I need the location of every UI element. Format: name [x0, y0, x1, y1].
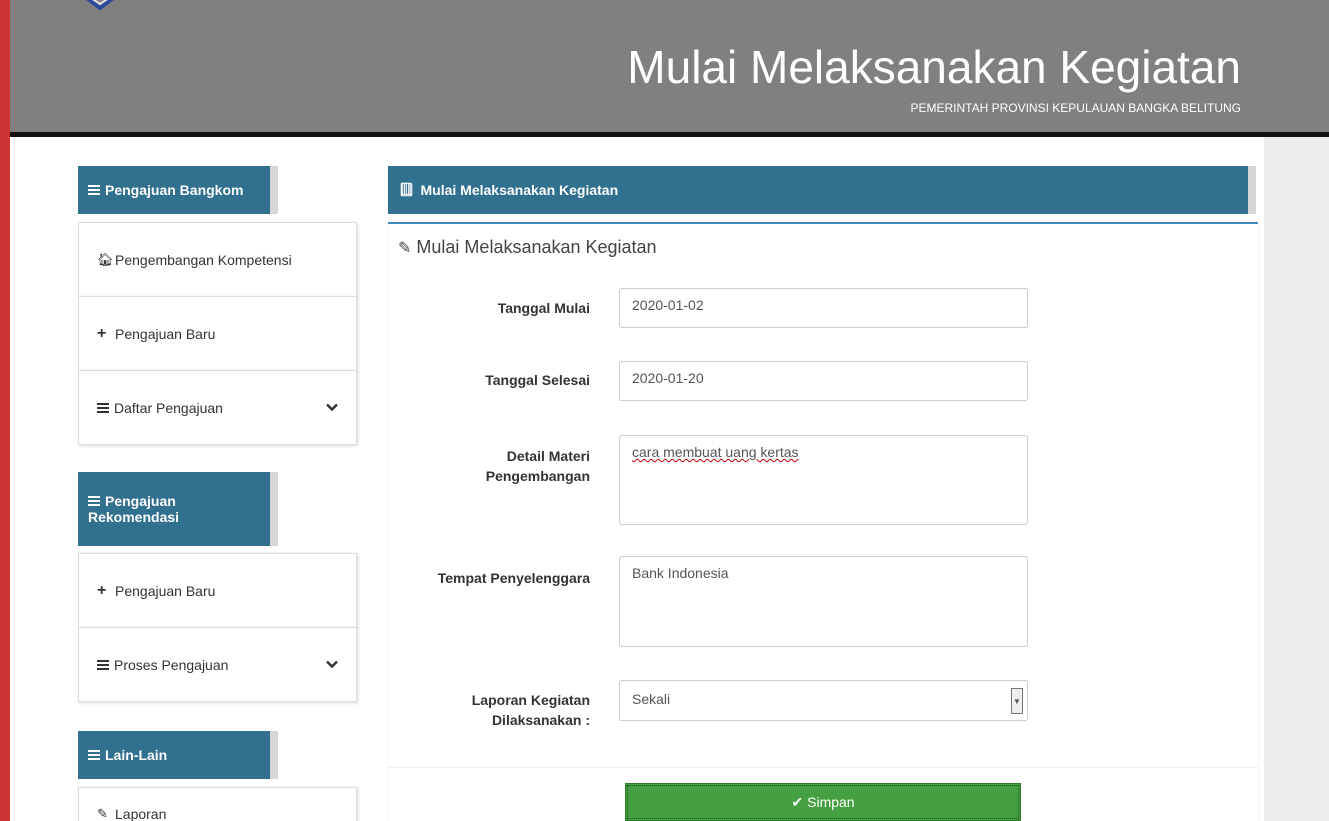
form-title: ✎ Mulai Melaksanakan Kegiatan	[398, 237, 657, 257]
detail-materi-textarea[interactable]: cara membuat uang kertas	[619, 435, 1028, 525]
tempat-penyelenggara-textarea[interactable]: Bank Indonesia	[619, 556, 1028, 647]
sidebar-item-proses-pengajuan[interactable]: Proses Pengajuan	[78, 627, 357, 702]
sidebar-item-label: Pengajuan Baru	[115, 325, 216, 342]
sidebar-item-label: Pengajuan Baru	[115, 582, 216, 599]
tempat-penyelenggara-label: Tempat Penyelenggara	[437, 570, 590, 586]
tanggal-selesai-input[interactable]: 2020-01-20	[619, 361, 1028, 401]
sidebar-item-pengajuan-baru-rekomendasi[interactable]: + Pengajuan Baru	[78, 553, 357, 628]
sidebar-item-laporan[interactable]: ✎ Laporan	[78, 787, 357, 821]
right-gutter	[1264, 137, 1329, 821]
home-icon: 🏠︎	[97, 251, 114, 267]
detail-materi-label: Detail Materi Pengembangan	[485, 448, 590, 484]
edit-icon: ✎	[398, 240, 412, 257]
chevron-down-icon[interactable]	[326, 658, 338, 672]
sidebar-item-pengembangan-kompetensi[interactable]: 🏠︎ Pengembangan Kompetensi	[78, 222, 357, 297]
check-icon: ✔	[791, 793, 804, 810]
tanggal-selesai-label: Tanggal Selesai	[485, 372, 590, 388]
logo-icon	[86, 0, 114, 11]
tanggal-mulai-input[interactable]: 2020-01-02	[619, 288, 1028, 328]
sidebar-item-label: Daftar Pengajuan	[114, 399, 223, 416]
chevron-down-icon[interactable]	[326, 401, 338, 415]
list-icon	[88, 185, 100, 195]
page-title: Mulai Melaksanakan Kegiatan	[627, 41, 1241, 93]
app-frame: Mulai Melaksanakan Kegiatan PEMERINTAH P…	[0, 0, 1329, 821]
list-icon	[97, 659, 109, 670]
dropdown-arrow-icon[interactable]: ▼	[1011, 688, 1023, 714]
list-icon	[88, 750, 100, 760]
sidebar-heading-bangkom: Pengajuan Bangkom	[78, 166, 278, 214]
plus-icon: +	[97, 324, 107, 342]
list-icon	[97, 402, 109, 413]
form-divider	[388, 767, 1258, 768]
laporan-kegiatan-label: Laporan Kegiatan Dilaksanakan :	[471, 692, 590, 728]
sidebar-heading-rekomendasi: Pengajuan Rekomendasi	[78, 472, 278, 546]
save-button[interactable]: ✔ Simpan	[625, 783, 1021, 821]
sidebar-item-daftar-pengajuan[interactable]: Daftar Pengajuan	[78, 370, 357, 445]
panel-heading: 📕︎ Mulai Melaksanakan Kegiatan	[388, 166, 1256, 214]
page-header: Mulai Melaksanakan Kegiatan PEMERINTAH P…	[10, 0, 1329, 137]
sidebar-item-label: Laporan	[115, 806, 167, 821]
edit-icon: ✎	[97, 806, 108, 821]
list-icon	[88, 496, 100, 506]
tanggal-mulai-label: Tanggal Mulai	[497, 300, 590, 316]
sidebar-item-pengajuan-baru[interactable]: + Pengajuan Baru	[78, 296, 357, 371]
page-subtitle: PEMERINTAH PROVINSI KEPULAUAN BANGKA BEL…	[910, 101, 1241, 115]
sidebar-item-label: Proses Pengajuan	[114, 656, 229, 673]
laporan-kegiatan-select[interactable]: Sekali ▼	[619, 680, 1028, 721]
book-icon: 📕︎	[398, 182, 415, 197]
sidebar-item-label: Pengembangan Kompetensi	[115, 251, 292, 268]
plus-icon: +	[97, 581, 107, 599]
sidebar-heading-lain-lain: Lain-Lain	[78, 731, 278, 779]
